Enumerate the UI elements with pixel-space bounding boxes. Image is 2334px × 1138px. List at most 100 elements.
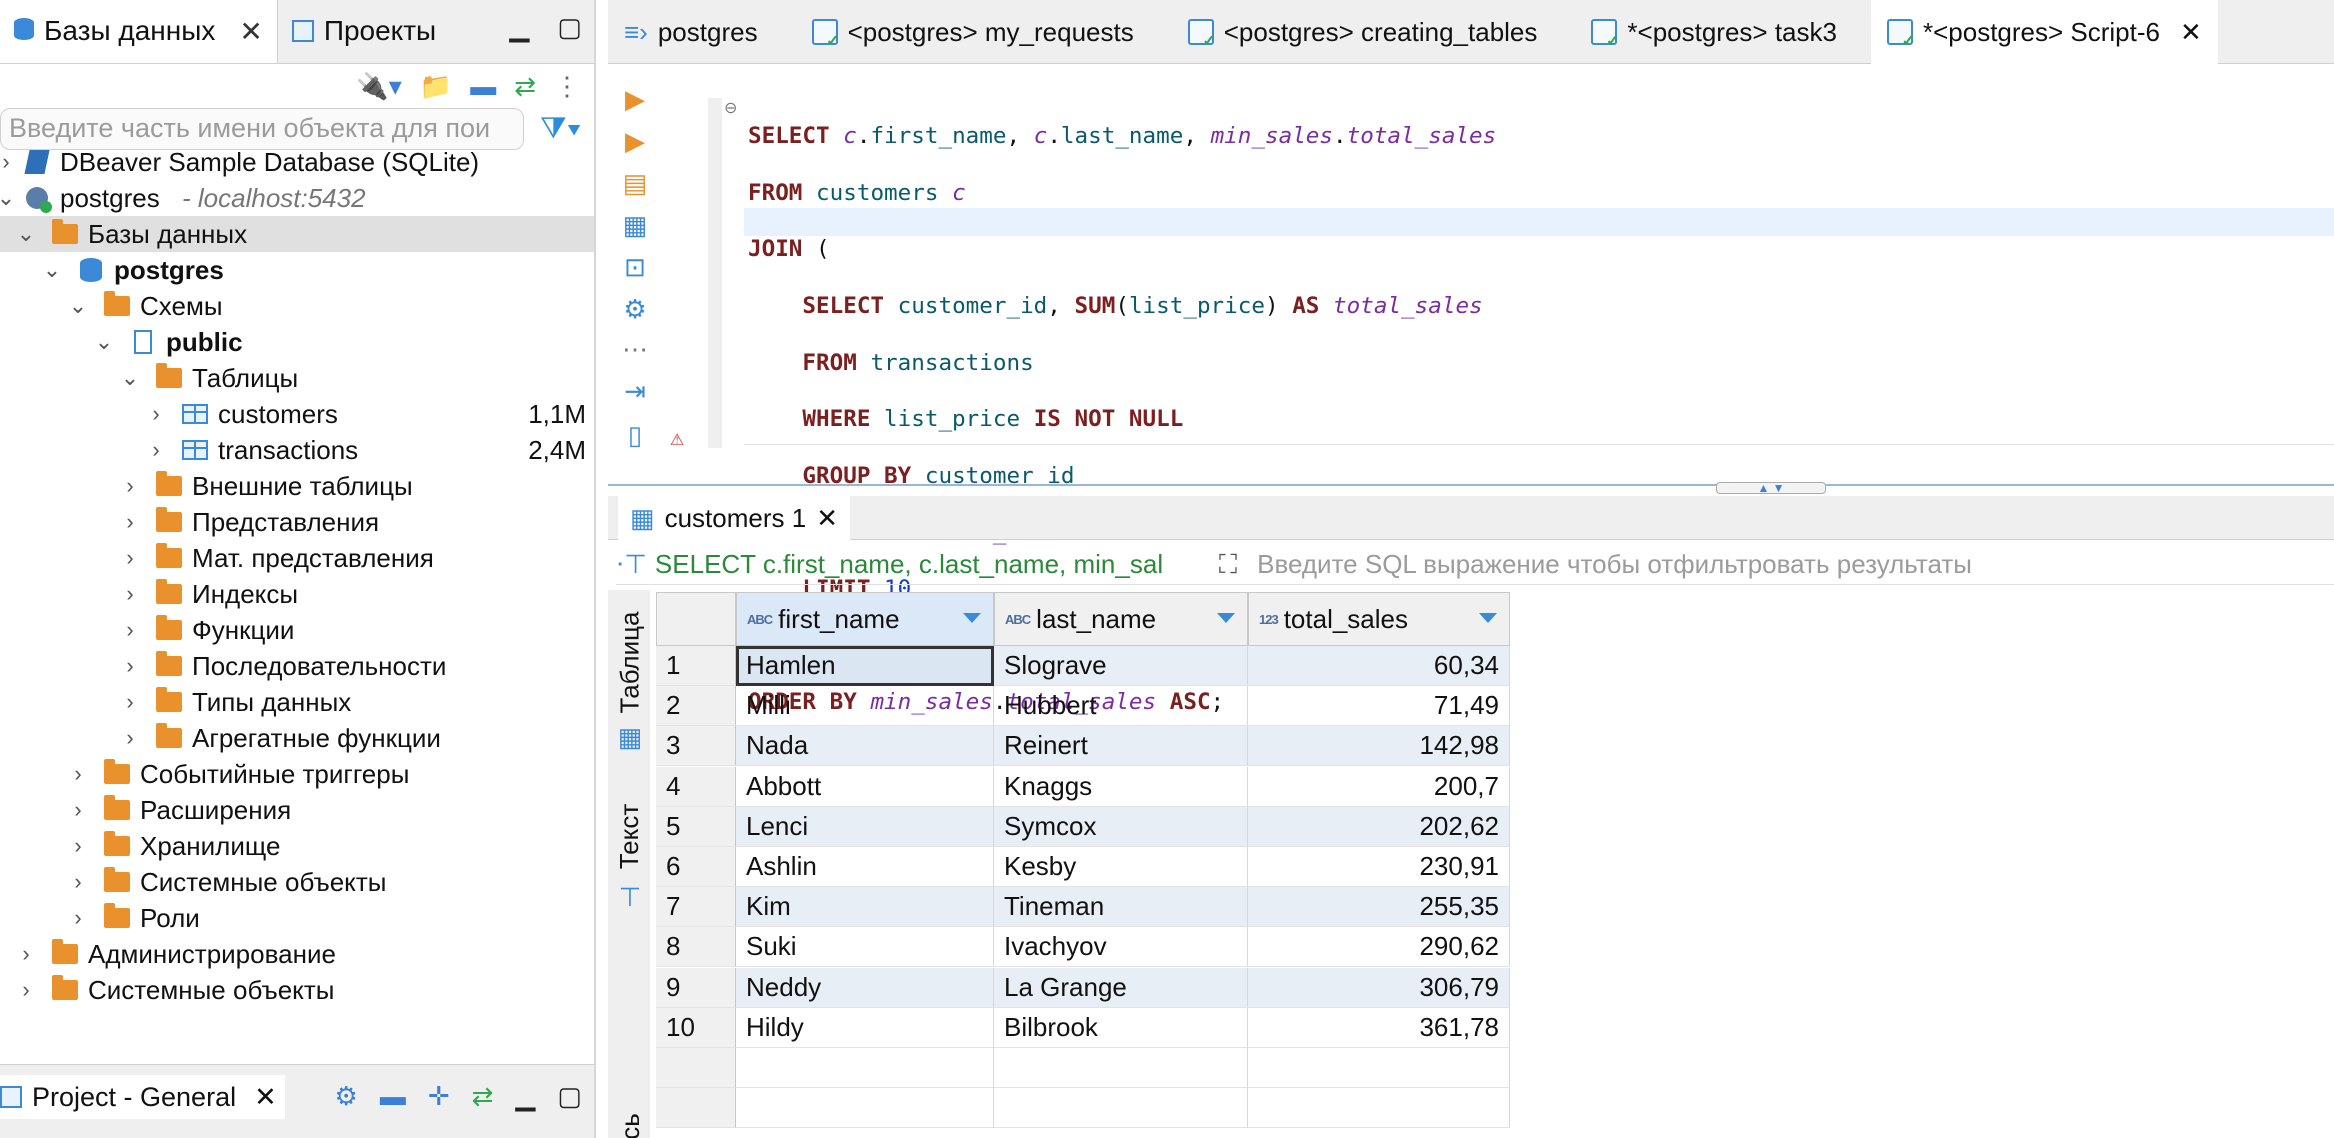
table-cell[interactable]: Nada — [736, 726, 994, 767]
sort-dropdown-icon[interactable] — [963, 613, 981, 623]
table-cell[interactable]: Knaggs — [994, 766, 1248, 807]
maximize-icon[interactable]: ▢ — [557, 1081, 582, 1112]
view-menu-icon[interactable]: ⋮ — [554, 71, 580, 102]
tree-item-extensions[interactable]: › Расширения — [0, 792, 594, 828]
tree-item-databases[interactable]: ⌄ Базы данных — [0, 216, 594, 252]
table-cell[interactable]: 255,35 — [1248, 887, 1510, 928]
tab-results-customers-1[interactable]: ▦ customers 1 ✕ — [618, 496, 850, 540]
editor-results-splitter[interactable]: ▲ ▼ — [608, 482, 2334, 494]
tree-item-data-types[interactable]: › Типы данных — [0, 684, 594, 720]
problem-file-icon[interactable]: ▯ — [620, 420, 650, 451]
filter-icon[interactable]: ⧩▾ — [540, 112, 581, 146]
close-icon[interactable]: ✕ — [2180, 17, 2202, 48]
execute-statement-icon[interactable]: ▶ — [620, 84, 650, 115]
tree-item-views[interactable]: › Представления — [0, 504, 594, 540]
chevron-down-icon[interactable]: ⌄ — [0, 185, 16, 211]
tab-creating-tables[interactable]: <postgres> creating_tables — [1172, 0, 1554, 64]
table-cell[interactable]: Suki — [736, 927, 994, 968]
tree-item-public-schema[interactable]: ⌄ public — [0, 324, 594, 360]
table-cell[interactable]: Ashlin — [736, 847, 994, 887]
chevron-right-icon[interactable]: › — [120, 725, 140, 751]
tree-item-administration[interactable]: › Администрирование — [0, 936, 594, 972]
tab-my-requests[interactable]: <postgres> my_requests — [796, 0, 1150, 64]
chevron-right-icon[interactable]: › — [120, 653, 140, 679]
tree-item-storage[interactable]: › Хранилище — [0, 828, 594, 864]
chevron-right-icon[interactable]: › — [0, 149, 16, 175]
query-preview[interactable]: SELECT c.first_name, c.last_name, min_sa… — [651, 549, 1213, 580]
minimize-icon[interactable]: ▁ — [515, 1081, 535, 1112]
more-icon[interactable]: ⋯ — [620, 334, 650, 365]
close-icon[interactable]: ✕ — [816, 503, 838, 534]
explain-plan-icon[interactable]: ▦ — [620, 210, 650, 241]
tab-view-table[interactable]: Таблица — [612, 611, 648, 713]
table-cell[interactable]: Neddy — [736, 967, 994, 1008]
tab-databases[interactable]: Базы данных ✕ — [0, 0, 278, 63]
table-cell[interactable]: 142,98 — [1248, 726, 1510, 767]
table-cell[interactable]: Hubbert — [994, 686, 1248, 727]
chevron-down-icon[interactable]: ⌄ — [16, 221, 36, 247]
table-cell[interactable]: 361,78 — [1248, 1007, 1510, 1048]
row-number[interactable]: 9 — [656, 967, 736, 1008]
table-cell[interactable]: Ivachyov — [994, 927, 1248, 968]
table-cell[interactable]: 200,7 — [1248, 766, 1510, 807]
row-number[interactable]: 2 — [656, 686, 736, 727]
splitter-handle[interactable]: ▲ ▼ — [1716, 482, 1826, 494]
chevron-down-icon[interactable]: ⌄ — [68, 293, 88, 319]
collapse-all-icon[interactable]: ▬ — [470, 71, 496, 102]
table-cell[interactable]: Reinert — [994, 726, 1248, 767]
chevron-right-icon[interactable]: › — [16, 941, 36, 967]
new-connection-icon[interactable]: 🔌▾ — [356, 71, 401, 102]
chevron-right-icon[interactable]: › — [68, 905, 88, 931]
sort-dropdown-icon[interactable] — [1217, 613, 1235, 623]
table-cell[interactable]: Kim — [736, 887, 994, 928]
table-cell[interactable]: 230,91 — [1248, 847, 1510, 887]
chevron-right-icon[interactable]: › — [68, 833, 88, 859]
sql-editor[interactable]: SELECT c.first_name, c.last_name, min_sa… — [724, 64, 2334, 715]
tree-item-system-objects-2[interactable]: › Системные объекты — [0, 972, 594, 1008]
column-header-first-name[interactable]: ABC first_name — [736, 592, 994, 646]
chevron-right-icon[interactable]: › — [68, 869, 88, 895]
tab-view-other[interactable]: сь — [612, 1106, 648, 1138]
chevron-right-icon[interactable]: › — [146, 437, 166, 463]
fold-toggle-icon[interactable]: ⊖ — [724, 98, 737, 118]
tree-item-table-transactions[interactable]: › transactions 2,4M — [0, 432, 594, 468]
column-header-last-name[interactable]: ABC last_name — [994, 592, 1248, 646]
empty-cell[interactable] — [736, 1088, 994, 1129]
row-number[interactable]: 3 — [656, 726, 736, 767]
row-number[interactable]: 4 — [656, 766, 736, 807]
tab-view-text[interactable]: Текст — [612, 794, 648, 878]
gear-icon[interactable]: ⚙ — [335, 1081, 358, 1112]
tab-project-general[interactable]: Project - General ✕ — [0, 1075, 285, 1119]
empty-cell[interactable] — [736, 1048, 994, 1088]
tab-script-6[interactable]: *<postgres> Script-6 ✕ — [1870, 0, 2218, 64]
chevron-down-icon[interactable]: ⌄ — [42, 257, 62, 283]
tree-item-mat-views[interactable]: › Мат. представления — [0, 540, 594, 576]
execute-script-icon[interactable]: ▤ — [620, 168, 650, 199]
tab-projects[interactable]: Проекты — [278, 0, 450, 63]
new-folder-icon[interactable]: 📁 — [420, 71, 452, 102]
tree-item-system-objects[interactable]: › Системные объекты — [0, 864, 594, 900]
chevron-right-icon[interactable]: › — [120, 545, 140, 571]
chevron-right-icon[interactable]: › — [146, 401, 166, 427]
row-number[interactable]: 1 — [656, 646, 736, 686]
chevron-right-icon[interactable]: › — [120, 581, 140, 607]
close-icon[interactable]: ✕ — [254, 1082, 277, 1113]
empty-cell[interactable] — [994, 1088, 1248, 1129]
close-icon[interactable]: ✕ — [239, 15, 262, 48]
execute-in-new-tab-icon[interactable]: ▶ — [620, 126, 650, 157]
tree-item-functions[interactable]: › Функции — [0, 612, 594, 648]
table-cell[interactable]: Milli — [736, 686, 994, 727]
link-editor-icon[interactable]: ⇄ — [514, 71, 536, 102]
export-icon[interactable]: ⇥ — [620, 376, 650, 407]
table-cell[interactable]: 202,62 — [1248, 806, 1510, 847]
chevron-right-icon[interactable]: › — [120, 509, 140, 535]
expand-icon[interactable]: ⛶ — [1219, 549, 1237, 581]
table-cell[interactable]: La Grange — [994, 967, 1248, 1008]
column-header-total-sales[interactable]: 123 total_sales — [1248, 592, 1510, 646]
tree-item-foreign-tables[interactable]: › Внешние таблицы — [0, 468, 594, 504]
tree-item-postgres-db[interactable]: ⌄ postgres — [0, 252, 594, 288]
tab-postgres[interactable]: ≡› postgres — [608, 0, 774, 64]
minimize-icon[interactable]: ▁ — [509, 12, 529, 43]
table-cell[interactable]: Lenci — [736, 806, 994, 847]
add-icon[interactable]: ✛ — [428, 1081, 450, 1112]
